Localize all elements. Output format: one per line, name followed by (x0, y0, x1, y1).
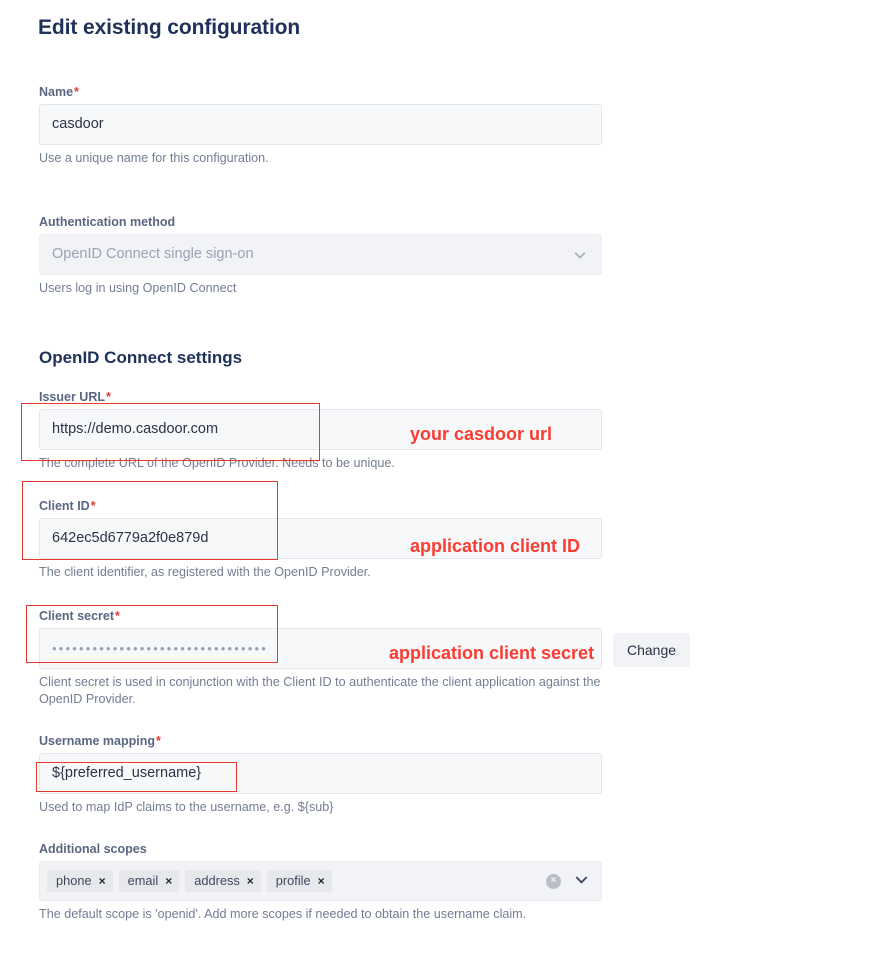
change-client-secret-button[interactable]: Change (613, 633, 691, 667)
field-label-client-id-text: Client ID (39, 499, 90, 513)
scope-chip-phone[interactable]: phone × (47, 870, 113, 892)
field-label-issuer-url-text: Issuer URL (39, 390, 105, 404)
scopes-actions: × (546, 872, 591, 891)
field-label-name: Name* (39, 84, 602, 100)
field-label-client-id: Client ID* (39, 498, 602, 514)
field-username-mapping: Username mapping* ${preferred_username} … (39, 733, 602, 816)
remove-scope-address-icon[interactable]: × (247, 875, 254, 887)
annotation-label-client-secret: application client secret (389, 643, 595, 663)
name-input[interactable]: casdoor (39, 104, 602, 145)
scope-chip-email-label: email (127, 873, 159, 888)
scope-chip-profile[interactable]: profile × (266, 870, 332, 892)
field-label-client-secret-text: Client secret (39, 609, 115, 623)
field-authentication-method: Authentication method OpenID Connect sin… (39, 214, 602, 297)
name-help-text: Use a unique name for this configuration… (39, 151, 269, 165)
configuration-form-page: Edit existing configuration Name* casdoo… (0, 0, 870, 974)
field-label-additional-scopes: Additional scopes (39, 842, 147, 856)
required-asterisk: * (156, 734, 161, 748)
clear-scopes-icon[interactable]: × (546, 873, 561, 889)
client-secret-help-text: Client secret is used in conjunction wit… (39, 675, 601, 706)
scope-chip-list: phone × email × address × profile × (47, 870, 546, 892)
annotation-label-issuer-url: your casdoor url (410, 424, 553, 444)
issuer-url-value: https://demo.casdoor.com (52, 421, 219, 438)
chevron-down-icon (573, 248, 587, 262)
remove-scope-phone-icon[interactable]: × (99, 875, 106, 887)
additional-scopes-help-text: The default scope is 'openid'. Add more … (39, 907, 527, 921)
scope-chip-email[interactable]: email × (118, 870, 180, 892)
field-label-username-mapping-text: Username mapping (39, 734, 156, 748)
username-mapping-value: ${preferred_username} (52, 765, 202, 782)
required-asterisk: * (90, 499, 96, 513)
client-id-help-text: The client identifier, as registered wit… (39, 565, 371, 579)
field-label-name-text: Name (39, 85, 74, 99)
client-secret-masked-value: •••••••••••••••••••••••••••••••• (52, 641, 269, 656)
remove-scope-email-icon[interactable]: × (165, 875, 172, 887)
required-asterisk: * (106, 390, 111, 404)
username-mapping-input[interactable]: ${preferred_username} (39, 753, 602, 794)
field-name: Name* casdoor Use a unique name for this… (39, 84, 602, 167)
authentication-method-value: OpenID Connect single sign-on (52, 246, 254, 263)
field-label-auth-method: Authentication method (39, 215, 176, 229)
scope-chip-profile-label: profile (275, 873, 311, 888)
scope-chip-address-label: address (194, 873, 240, 888)
authentication-method-select[interactable]: OpenID Connect single sign-on (39, 234, 602, 275)
scope-chip-address[interactable]: address × (185, 870, 261, 892)
scope-chip-phone-label: phone (56, 873, 92, 888)
remove-scope-profile-icon[interactable]: × (318, 875, 325, 887)
auth-method-help-text: Users log in using OpenID Connect (39, 281, 237, 295)
field-label-username-mapping: Username mapping* (39, 733, 602, 749)
username-mapping-help-text: Used to map IdP claims to the username, … (39, 800, 334, 814)
section-title-openid: OpenID Connect settings (39, 348, 243, 367)
name-input-value: casdoor (52, 116, 104, 133)
field-additional-scopes: Additional scopes phone × email × addres… (39, 841, 602, 923)
field-label-issuer-url: Issuer URL* (39, 389, 602, 405)
required-asterisk: * (74, 85, 79, 99)
chevron-down-icon[interactable] (574, 872, 589, 891)
field-label-client-secret: Client secret* (39, 608, 602, 624)
issuer-url-help-text: The complete URL of the OpenID Provider.… (39, 456, 395, 470)
annotation-label-client-id: application client ID (410, 536, 581, 556)
client-id-value: 642ec5d6779a2f0e879d (52, 530, 209, 547)
additional-scopes-select[interactable]: phone × email × address × profile × × (39, 861, 602, 901)
page-title: Edit existing configuration (38, 16, 301, 39)
required-asterisk: * (115, 609, 120, 623)
